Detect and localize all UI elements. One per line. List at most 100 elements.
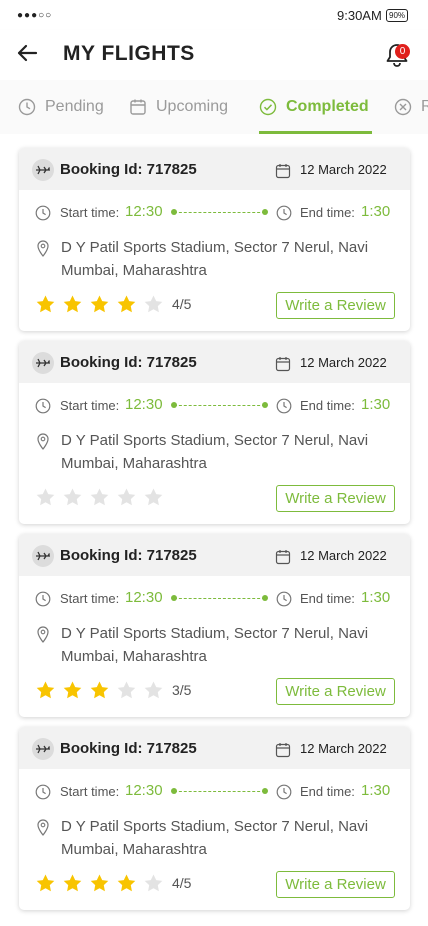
venue-address: D Y Patil Sports Stadium, Sector 7 Nerul… bbox=[61, 818, 369, 858]
star-rating[interactable]: 4/5 bbox=[35, 872, 191, 894]
signal-indicator: ●●●○○ bbox=[17, 10, 53, 21]
flight-duration-line bbox=[171, 595, 268, 601]
start-time-value: 12:30 bbox=[125, 782, 163, 799]
booking-date: 12 March 2022 bbox=[300, 355, 387, 370]
star-filled-icon[interactable] bbox=[89, 294, 110, 315]
star-empty-icon[interactable] bbox=[143, 487, 164, 508]
page-title: MY FLIGHTS bbox=[63, 42, 195, 65]
rating-text: 4/5 bbox=[172, 296, 192, 312]
clock-icon bbox=[35, 784, 51, 800]
star-filled-icon[interactable] bbox=[116, 873, 137, 894]
star-empty-icon[interactable] bbox=[143, 680, 164, 701]
booking-id: Booking Id: 717825 bbox=[60, 354, 197, 371]
airplane-icon bbox=[32, 159, 54, 181]
airplane-icon bbox=[32, 352, 54, 374]
tab-pending[interactable]: Pending bbox=[18, 80, 104, 134]
x-circle-icon bbox=[394, 98, 412, 116]
tab-label: Pending bbox=[45, 98, 104, 115]
star-rating[interactable] bbox=[35, 486, 170, 508]
venue-address: D Y Patil Sports Stadium, Sector 7 Nerul… bbox=[61, 625, 369, 665]
star-empty-icon[interactable] bbox=[143, 294, 164, 315]
end-time-value: 1:30 bbox=[361, 782, 391, 799]
booking-card-header: Booking Id: 717825 12 March 2022 bbox=[19, 341, 410, 383]
start-time-value: 12:30 bbox=[125, 203, 163, 220]
star-filled-icon[interactable] bbox=[116, 294, 137, 315]
star-empty-icon[interactable] bbox=[116, 680, 137, 701]
venue-address: D Y Patil Sports Stadium, Sector 7 Nerul… bbox=[61, 432, 369, 472]
star-rating[interactable]: 3/5 bbox=[35, 679, 191, 701]
tab-cancelled[interactable]: R bbox=[394, 80, 428, 134]
airplane-icon bbox=[32, 545, 54, 567]
star-filled-icon[interactable] bbox=[35, 680, 56, 701]
star-empty-icon[interactable] bbox=[35, 487, 56, 508]
star-rating[interactable]: 4/5 bbox=[35, 293, 191, 315]
rating-text: 3/5 bbox=[172, 682, 192, 698]
write-review-button[interactable]: Write a Review bbox=[276, 485, 395, 512]
calendar-icon bbox=[275, 357, 291, 372]
start-time-label: Start time: bbox=[60, 205, 120, 220]
booking-date: 12 March 2022 bbox=[300, 548, 387, 563]
status-tabs: Pending Upcoming Completed R bbox=[0, 80, 428, 134]
booking-id: Booking Id: 717825 bbox=[60, 547, 197, 564]
clock-icon bbox=[35, 398, 51, 414]
end-time-value: 1:30 bbox=[361, 396, 391, 413]
start-time-value: 12:30 bbox=[125, 396, 163, 413]
star-filled-icon[interactable] bbox=[89, 680, 110, 701]
end-time-label: End time: bbox=[300, 784, 355, 799]
flight-times: Start time: 12:30 End time: 1:30 bbox=[35, 396, 396, 416]
clock-icon bbox=[18, 98, 36, 116]
calendar-icon bbox=[275, 550, 291, 565]
back-arrow-icon[interactable] bbox=[14, 40, 40, 66]
star-filled-icon[interactable] bbox=[62, 294, 83, 315]
star-filled-icon[interactable] bbox=[62, 873, 83, 894]
booking-card[interactable]: Booking Id: 717825 12 March 2022 Start t… bbox=[19, 727, 410, 910]
airplane-icon bbox=[32, 738, 54, 760]
end-time-value: 1:30 bbox=[361, 203, 391, 220]
calendar-icon bbox=[130, 99, 146, 115]
flight-times: Start time: 12:30 End time: 1:30 bbox=[35, 782, 396, 802]
star-filled-icon[interactable] bbox=[35, 873, 56, 894]
star-filled-icon[interactable] bbox=[89, 873, 110, 894]
rating-text: 4/5 bbox=[172, 875, 192, 891]
star-empty-icon[interactable] bbox=[89, 487, 110, 508]
end-time-label: End time: bbox=[300, 591, 355, 606]
write-review-button[interactable]: Write a Review bbox=[276, 678, 395, 705]
flight-times: Start time: 12:30 End time: 1:30 bbox=[35, 589, 396, 609]
star-empty-icon[interactable] bbox=[62, 487, 83, 508]
write-review-button[interactable]: Write a Review bbox=[276, 292, 395, 319]
booking-card[interactable]: Booking Id: 717825 12 March 2022 Start t… bbox=[19, 148, 410, 331]
clock-icon bbox=[276, 205, 292, 221]
end-time-label: End time: bbox=[300, 398, 355, 413]
booking-card[interactable]: Booking Id: 717825 12 March 2022 Start t… bbox=[19, 341, 410, 524]
start-time-value: 12:30 bbox=[125, 589, 163, 606]
calendar-icon bbox=[275, 164, 291, 179]
status-bar: ●●●○○ 9:30AM 90% bbox=[0, 0, 428, 30]
booking-card-header: Booking Id: 717825 12 March 2022 bbox=[19, 148, 410, 190]
tab-label: R bbox=[421, 98, 428, 115]
status-time: 9:30AM bbox=[337, 8, 382, 23]
check-circle-icon bbox=[259, 98, 277, 116]
flight-duration-line bbox=[171, 209, 268, 215]
tab-upcoming[interactable]: Upcoming bbox=[129, 80, 228, 134]
star-filled-icon[interactable] bbox=[62, 680, 83, 701]
start-time-label: Start time: bbox=[60, 591, 120, 606]
booking-card[interactable]: Booking Id: 717825 12 March 2022 Start t… bbox=[19, 534, 410, 717]
tab-label: Completed bbox=[286, 98, 369, 115]
end-time-value: 1:30 bbox=[361, 589, 391, 606]
battery-indicator: 90% bbox=[386, 9, 409, 22]
star-empty-icon[interactable] bbox=[143, 873, 164, 894]
notification-badge: 0 bbox=[395, 44, 410, 59]
flight-times: Start time: 12:30 End time: 1:30 bbox=[35, 203, 396, 223]
booking-id: Booking Id: 717825 bbox=[60, 740, 197, 757]
location-pin-icon bbox=[37, 433, 49, 450]
star-empty-icon[interactable] bbox=[116, 487, 137, 508]
clock-icon bbox=[35, 591, 51, 607]
tab-completed[interactable]: Completed bbox=[259, 80, 372, 134]
star-filled-icon[interactable] bbox=[35, 294, 56, 315]
write-review-button[interactable]: Write a Review bbox=[276, 871, 395, 898]
flight-duration-line bbox=[171, 788, 268, 794]
booking-card-header: Booking Id: 717825 12 March 2022 bbox=[19, 534, 410, 576]
active-tab-indicator bbox=[259, 131, 372, 134]
booking-card-header: Booking Id: 717825 12 March 2022 bbox=[19, 727, 410, 769]
venue-address: D Y Patil Sports Stadium, Sector 7 Nerul… bbox=[61, 239, 369, 279]
